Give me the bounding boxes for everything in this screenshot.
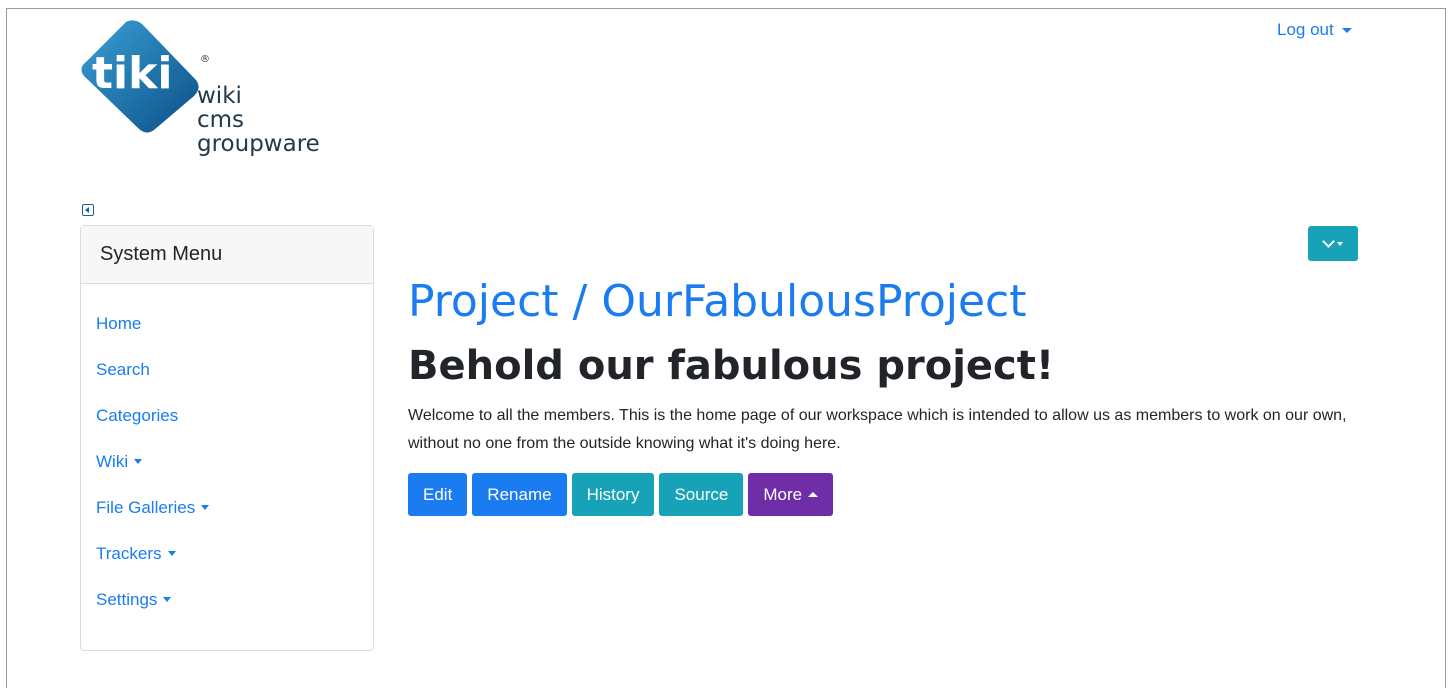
sidebar-item-label: Home xyxy=(96,314,142,333)
more-button[interactable]: More xyxy=(748,473,834,516)
sidebar-item-settings[interactable]: Settings xyxy=(96,590,373,636)
system-menu-list: Home Search Categories Wiki File Galleri… xyxy=(81,284,373,636)
sidebar-item-label: Categories xyxy=(96,406,179,425)
sidebar-item-label: File Galleries xyxy=(96,498,196,517)
sidebar-item-label: Search xyxy=(96,360,150,379)
caret-down-icon xyxy=(167,551,176,556)
sidebar-item-home[interactable]: Home xyxy=(96,314,373,360)
caret-down-icon xyxy=(1341,27,1352,33)
system-menu: System Menu Home Search Categories Wiki … xyxy=(80,225,374,651)
caret-up-icon xyxy=(808,492,819,497)
sidebar-item-file-galleries[interactable]: File Galleries xyxy=(96,498,373,544)
history-button[interactable]: History xyxy=(571,473,655,516)
rename-button-label: Rename xyxy=(487,484,552,504)
edit-button[interactable]: Edit xyxy=(408,473,468,516)
caret-down-icon xyxy=(163,597,172,602)
caret-down-icon xyxy=(201,505,210,510)
logout-label: Log out xyxy=(1277,20,1334,39)
rename-button[interactable]: Rename xyxy=(472,473,567,516)
page-action-buttons: Edit Rename History Source More xyxy=(408,473,834,516)
caret-down-icon xyxy=(134,459,143,464)
page-breadcrumb-title[interactable]: Project / OurFabulousProject xyxy=(408,276,1027,327)
caret-down-icon xyxy=(1336,241,1343,246)
logo-tagline: wiki cms groupware xyxy=(197,84,320,156)
edit-button-label: Edit xyxy=(423,484,453,504)
logo-tagline-line: wiki xyxy=(197,83,242,109)
sidebar-item-categories[interactable]: Categories xyxy=(96,406,373,452)
page-intro-text: Welcome to all the members. This is the … xyxy=(408,407,1347,452)
collapse-sidebar-icon[interactable] xyxy=(82,204,94,216)
history-button-label: History xyxy=(586,484,640,504)
more-button-label: More xyxy=(763,484,803,504)
tiki-logo[interactable]: tiki ® wiki cms groupware xyxy=(78,18,368,183)
chevron-down-icon xyxy=(1321,235,1335,248)
sidebar-item-label: Settings xyxy=(96,590,158,609)
sidebar-item-label: Wiki xyxy=(96,452,129,471)
svg-text:tiki: tiki xyxy=(92,48,172,99)
logo-tagline-line: groupware xyxy=(197,131,320,157)
sidebar-item-trackers[interactable]: Trackers xyxy=(96,544,373,590)
source-button-label: Source xyxy=(674,484,729,504)
page-actions-dropdown[interactable] xyxy=(1308,226,1358,261)
source-button[interactable]: Source xyxy=(659,473,744,516)
sidebar-item-wiki[interactable]: Wiki xyxy=(96,452,373,498)
svg-text:®: ® xyxy=(200,54,210,65)
logout-dropdown[interactable]: Log out xyxy=(1277,20,1352,40)
sidebar-item-search[interactable]: Search xyxy=(96,360,373,406)
system-menu-title: System Menu xyxy=(81,226,373,284)
page-heading: Behold our fabulous project! xyxy=(408,343,1055,389)
sidebar-item-label: Trackers xyxy=(96,544,162,563)
logo-tagline-line: cms xyxy=(197,107,245,133)
